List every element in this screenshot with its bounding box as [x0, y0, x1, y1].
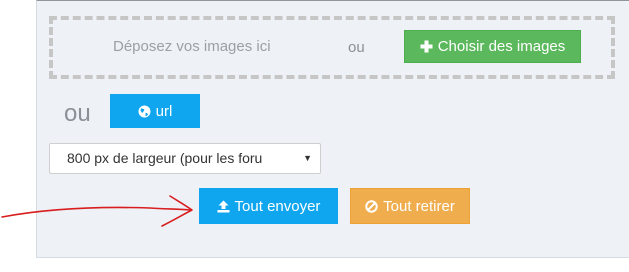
chevron-down-icon: ▼ — [303, 153, 312, 163]
resize-select-value: 800 px de largeur (pour les foru — [67, 150, 263, 166]
choose-images-label: Choisir des images — [437, 38, 566, 55]
globe-icon — [138, 105, 151, 118]
hand-drawn-arrow — [1, 195, 193, 227]
resize-select[interactable]: 800 px de largeur (pour les foru ▼ — [49, 143, 321, 174]
send-all-label: Tout envoyer — [234, 197, 321, 215]
choose-images-button[interactable]: Choisir des images — [404, 30, 581, 63]
or-url-label: ou — [64, 100, 91, 127]
drop-zone-label: Déposez vos images ici — [113, 38, 271, 55]
send-all-button[interactable]: Tout envoyer — [199, 188, 338, 224]
remove-all-button[interactable]: Tout retirer — [350, 188, 470, 224]
ban-icon — [365, 199, 378, 213]
remove-all-label: Tout retirer — [383, 197, 455, 215]
upload-icon — [217, 200, 230, 213]
url-label: url — [155, 102, 173, 120]
url-button[interactable]: url — [110, 94, 200, 128]
or-separator-label: ou — [348, 39, 365, 56]
plus-icon — [420, 40, 433, 53]
